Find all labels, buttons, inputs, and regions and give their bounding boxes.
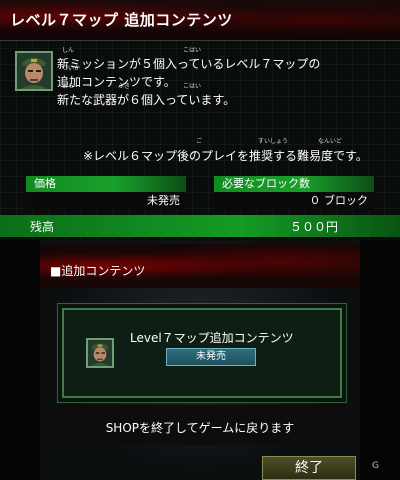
item-portrait: [86, 338, 114, 368]
ruby-go: ご: [196, 138, 203, 145]
balance-value: ５００円: [290, 220, 339, 234]
ruby-kohai: こはい: [183, 47, 202, 54]
description-line: 新ミッションが５個入っているレベル７マップの: [57, 57, 321, 71]
ruby-suishou: すいしょう: [258, 138, 289, 145]
ruby-shin: しん: [62, 47, 75, 54]
balance-label: 残高: [30, 220, 55, 234]
end-button[interactable]: 終了: [262, 456, 356, 480]
item-title: Level７マップ追加コンテンツ: [130, 331, 294, 345]
description-line: 追加コンテンツです。: [57, 75, 176, 89]
ruby-kohai2: こはい: [183, 83, 202, 90]
section-title: ■追加コンテンツ: [50, 264, 146, 278]
blocks-value: ０ ブロック: [214, 192, 374, 210]
soldier-portrait-icon: [88, 340, 112, 366]
description-note: ※レベル６マップ後のプレイを推奨する難易度です。: [83, 149, 368, 163]
soldier-portrait-icon: [17, 53, 51, 89]
watermark-logo: G: [372, 461, 379, 471]
commander-portrait: [15, 51, 53, 91]
item-status-badge: 未発売: [166, 348, 256, 366]
page-title: レベル７マップ 追加コンテンツ: [10, 11, 233, 29]
blocks-field: 必要なブロック数 ０ ブロック: [214, 176, 374, 210]
price-label: 価格: [26, 176, 186, 192]
ruby-nanido: なんいど: [318, 138, 343, 145]
balance-bar: [0, 215, 400, 237]
description-line: 新たな武器が６個入っています。: [57, 93, 236, 107]
blocks-label: 必要なブロック数: [214, 176, 374, 192]
price-field: 価格 未発売: [26, 176, 186, 210]
exit-message: SHOPを終了してゲームに戻ります: [105, 421, 295, 435]
price-value: 未発売: [26, 192, 186, 210]
